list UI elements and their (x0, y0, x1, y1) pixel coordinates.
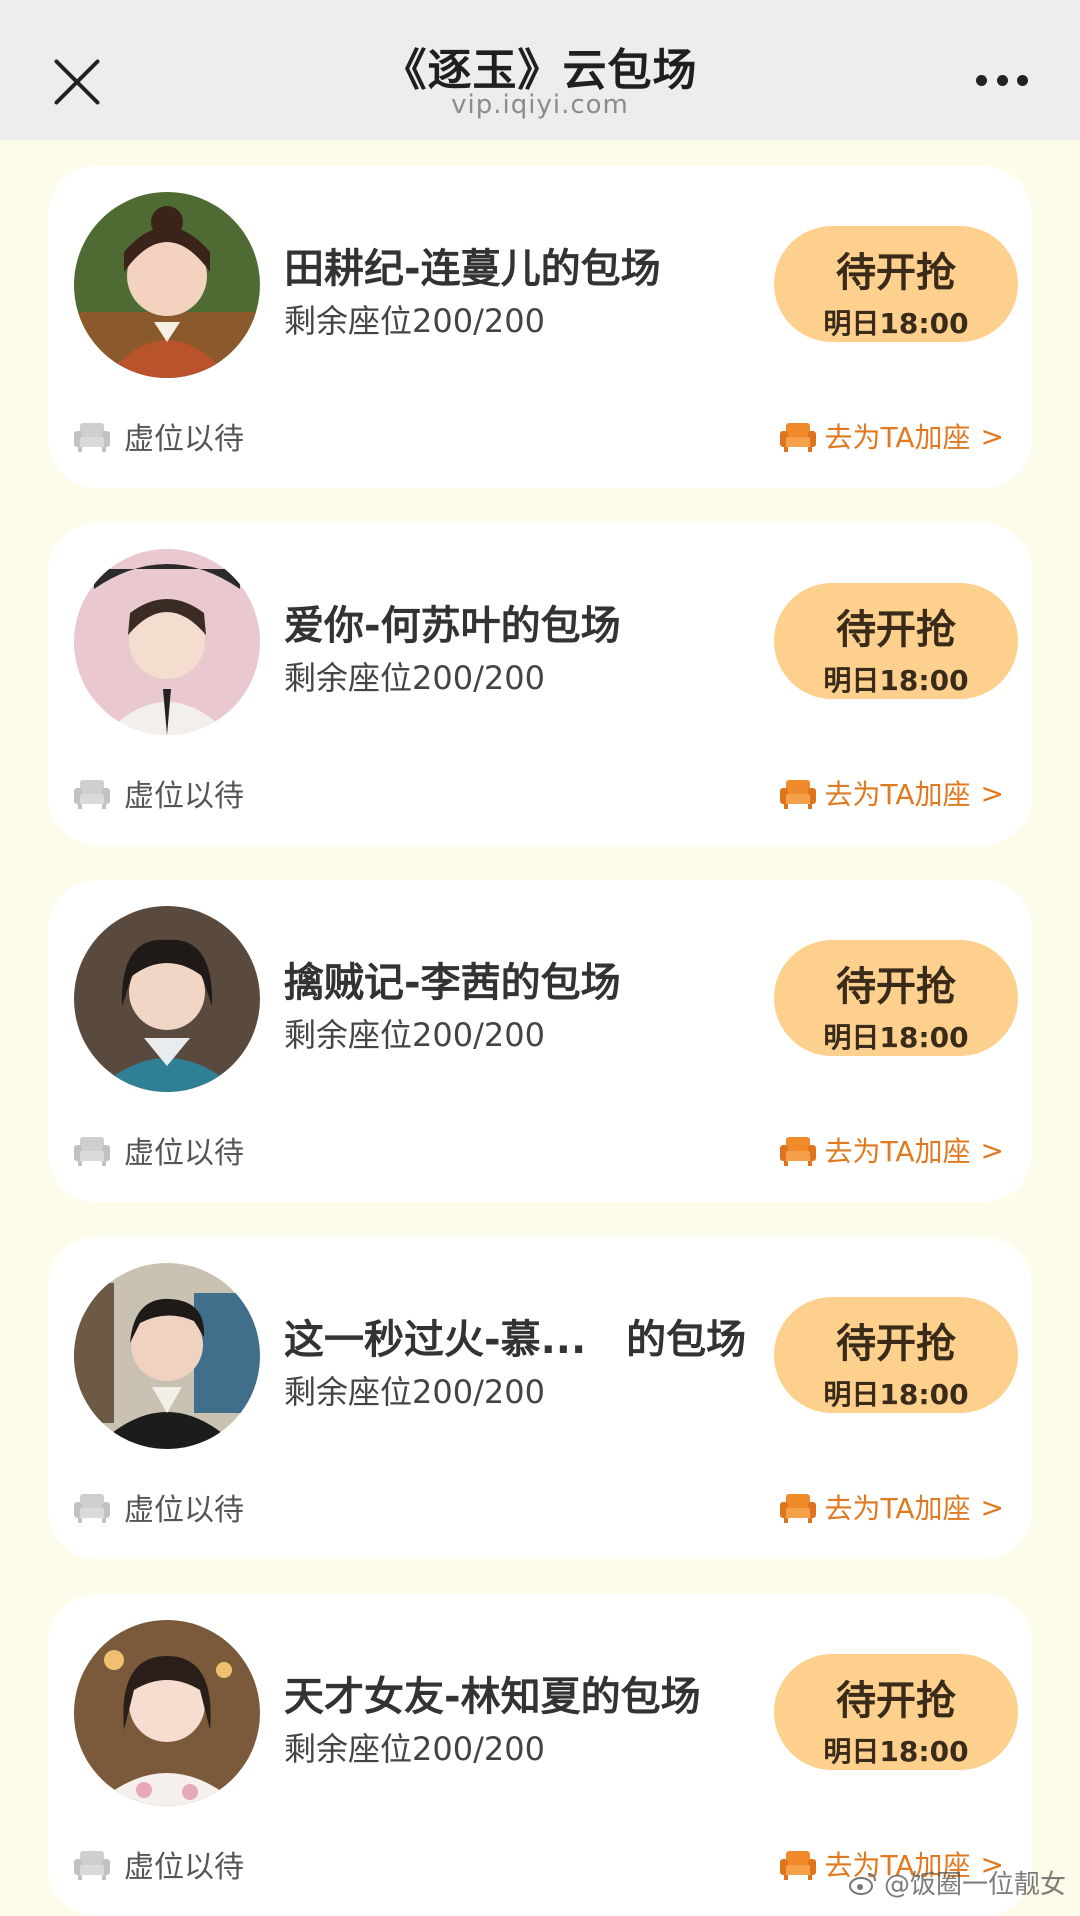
more-dots-icon[interactable] (976, 74, 1028, 86)
weibo-icon (849, 1872, 876, 1895)
avatar (74, 1263, 260, 1449)
sofa-seat-icon (74, 423, 110, 452)
remaining-seats: 剩余座位200/200 (284, 1016, 545, 1054)
chevron-right-icon: > (980, 1133, 1004, 1167)
button-label: 待开抢 (836, 1321, 956, 1367)
remaining-seats: 剩余座位200/200 (284, 1730, 545, 1768)
vacant-text: 虚位以待 (124, 1493, 244, 1528)
sofa-seat-icon (780, 1851, 817, 1880)
sofa-seat-icon (780, 1137, 817, 1166)
button-time: 明日18:00 (823, 1378, 969, 1411)
vacant-text: 虚位以待 (124, 1850, 244, 1885)
screening-card: 爱你-何苏叶的包场 剩余座位200/200 待开抢 明日18:00 虚位以待 去… (48, 523, 1032, 845)
add-seat-link[interactable]: 去为TA加座 > (780, 773, 1004, 813)
screening-title: 天才女友-林知夏的包场 (284, 1674, 701, 1720)
screening-title: 田耕纪-连蔓儿的包场 (284, 246, 661, 292)
grab-ticket-button[interactable]: 待开抢 明日18:00 (774, 226, 1018, 342)
button-label: 待开抢 (836, 607, 956, 653)
chevron-right-icon: > (980, 419, 1004, 453)
button-label: 待开抢 (836, 964, 956, 1010)
vacant-seat-status: 虚位以待 (74, 416, 244, 457)
screening-card: 这一秒过火-慕... 的包场 剩余座位200/200 待开抢 明日18:00 虚… (48, 1237, 1032, 1559)
screening-card: 田耕纪-连蔓儿的包场 剩余座位200/200 待开抢 明日18:00 虚位以待 (48, 166, 1032, 488)
vacant-seat-status: 虚位以待 (74, 1487, 244, 1528)
screening-title: 擒贼记-李茜的包场 (284, 960, 621, 1006)
avatar (74, 1620, 260, 1806)
vacant-text: 虚位以待 (124, 779, 244, 814)
sofa-seat-icon (780, 1494, 817, 1523)
button-time: 明日18:00 (823, 307, 969, 340)
vacant-seat-status: 虚位以待 (74, 1130, 244, 1171)
button-time: 明日18:00 (823, 1021, 969, 1054)
avatar (74, 906, 260, 1092)
add-seat-text: 去为TA加座 (824, 421, 971, 454)
watermark-text: @饭圈一位靓女 (884, 1870, 1067, 1900)
grab-ticket-button[interactable]: 待开抢 明日18:00 (774, 1297, 1018, 1413)
sofa-seat-icon (780, 423, 817, 452)
add-seat-link[interactable]: 去为TA加座 > (780, 416, 1004, 456)
button-label: 待开抢 (836, 1678, 956, 1724)
vacant-seat-status: 虚位以待 (74, 773, 244, 814)
sofa-seat-icon (74, 1137, 110, 1166)
sofa-seat-icon (780, 780, 817, 809)
avatar (74, 549, 260, 735)
add-seat-link[interactable]: 去为TA加座 > (780, 1130, 1004, 1170)
avatar (74, 192, 260, 378)
grab-ticket-button[interactable]: 待开抢 明日18:00 (774, 1654, 1018, 1770)
page-title: 《逐玉》云包场 (382, 45, 698, 96)
add-seat-text: 去为TA加座 (824, 1135, 971, 1168)
add-seat-text: 去为TA加座 (824, 778, 971, 811)
vacant-text: 虚位以待 (124, 1136, 244, 1171)
grab-ticket-button[interactable]: 待开抢 明日18:00 (774, 583, 1018, 699)
remaining-seats: 剩余座位200/200 (284, 659, 545, 697)
add-seat-text: 去为TA加座 (824, 1492, 971, 1525)
button-label: 待开抢 (836, 250, 956, 296)
sofa-seat-icon (74, 1851, 110, 1880)
add-seat-link[interactable]: 去为TA加座 > (780, 1487, 1004, 1527)
chevron-right-icon: > (980, 776, 1004, 810)
remaining-seats: 剩余座位200/200 (284, 1373, 545, 1411)
screening-card: 擒贼记-李茜的包场 剩余座位200/200 待开抢 明日18:00 虚位以待 去… (48, 880, 1032, 1202)
chevron-right-icon: > (980, 1490, 1004, 1524)
remaining-seats: 剩余座位200/200 (284, 302, 545, 340)
screening-title: 爱你-何苏叶的包场 (284, 603, 621, 649)
screening-title: 这一秒过火-慕... 的包场 (284, 1317, 747, 1363)
sofa-seat-icon (74, 780, 110, 809)
button-time: 明日18:00 (823, 1735, 969, 1768)
watermark: @饭圈一位靓女 (848, 1864, 1066, 1901)
vacant-text: 虚位以待 (124, 422, 244, 457)
button-time: 明日18:00 (823, 664, 969, 697)
grab-ticket-button[interactable]: 待开抢 明日18:00 (774, 940, 1018, 1056)
vacant-seat-status: 虚位以待 (74, 1844, 244, 1885)
navigation-bar: 《逐玉》云包场 vip.iqiyi.com (0, 0, 1080, 140)
sofa-seat-icon (74, 1494, 110, 1523)
page-url: vip.iqiyi.com (451, 90, 629, 120)
